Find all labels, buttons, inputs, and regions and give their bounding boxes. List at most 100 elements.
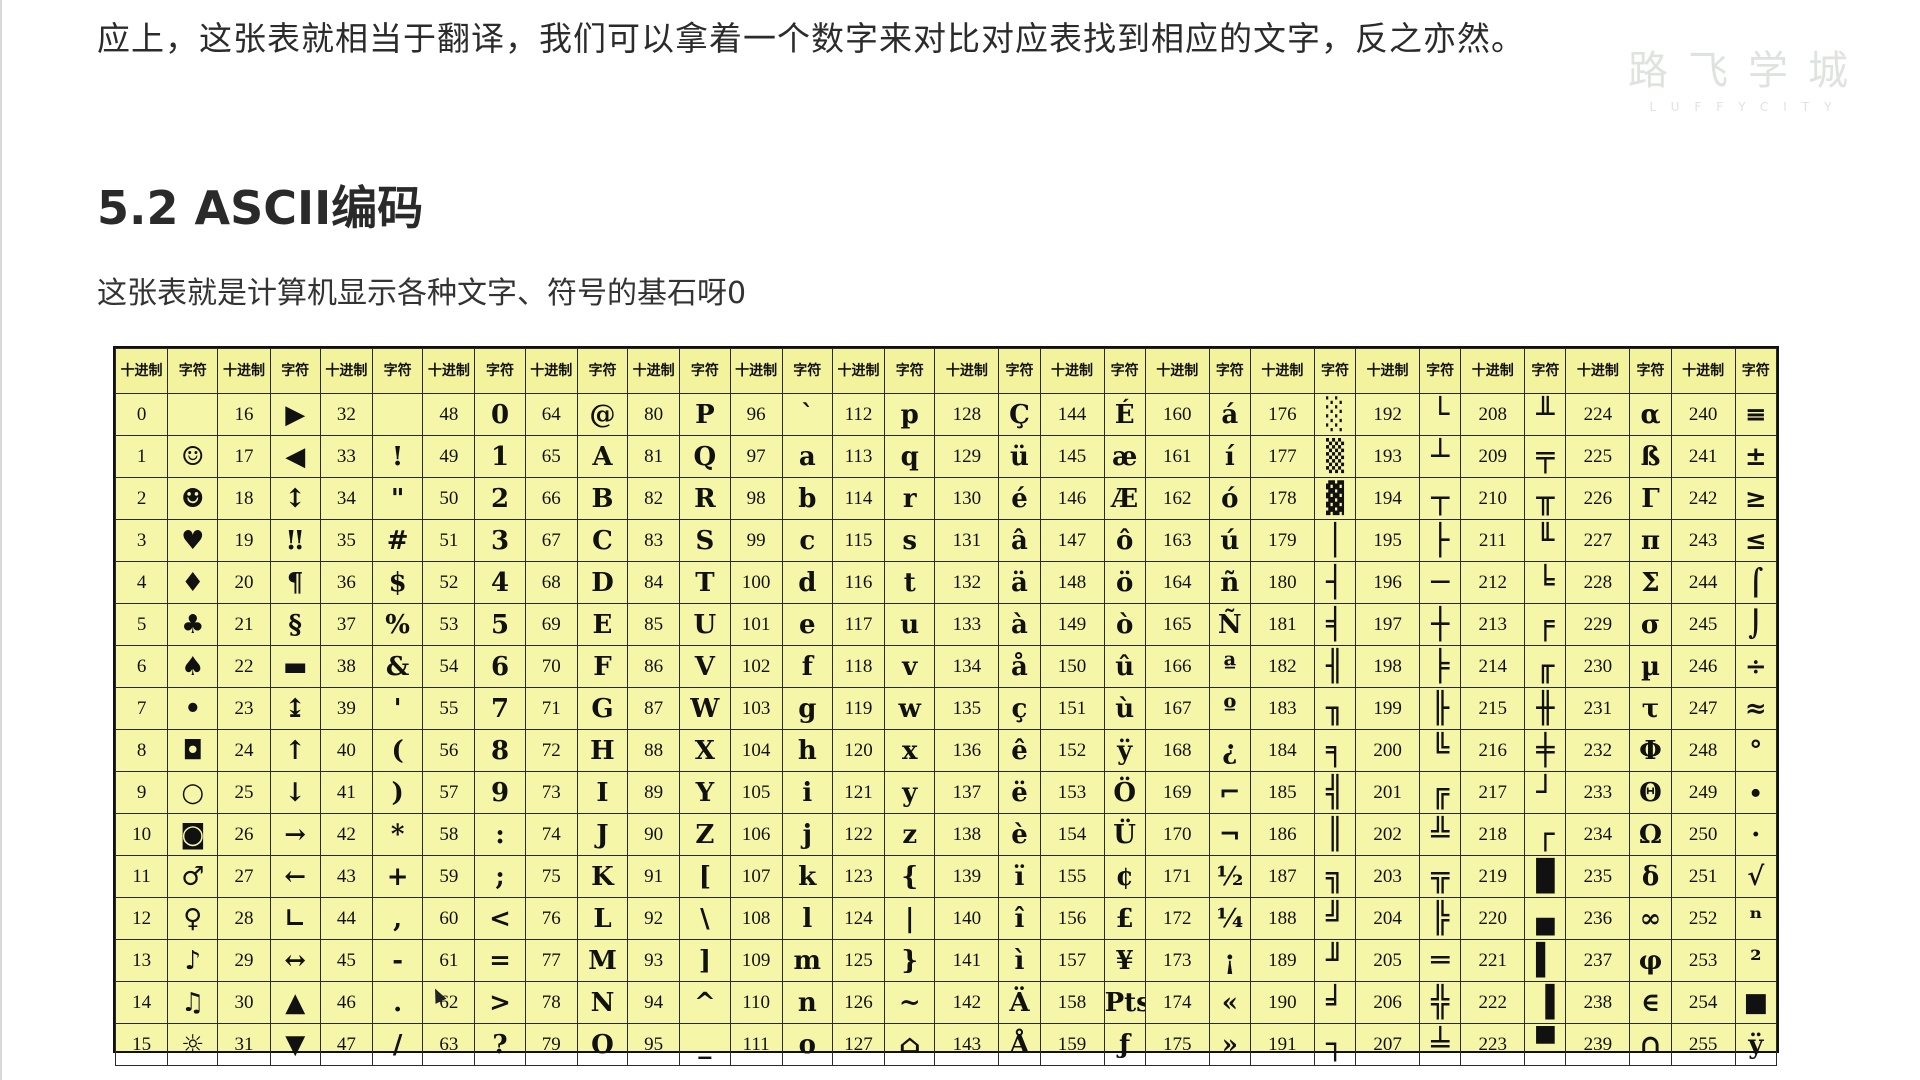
char-cell: @ — [576, 393, 629, 436]
decimal-cell: 108 — [729, 897, 783, 940]
decimal-cell: 110 — [729, 981, 783, 1024]
char-cell: V — [679, 645, 731, 688]
decimal-cell: 195 — [1355, 519, 1421, 562]
decimal-cell: 172 — [1144, 897, 1210, 940]
decimal-cell: 21 — [217, 603, 271, 646]
char-cell: ○ — [167, 771, 219, 814]
char-cell: , — [371, 897, 424, 940]
decimal-cell: 90 — [627, 813, 681, 856]
decimal-cell: 158 — [1039, 981, 1105, 1024]
decimal-cell: 118 — [831, 645, 886, 688]
watermark-title: 路飞学城 — [1628, 48, 1868, 94]
char-cell: µ — [1629, 645, 1672, 688]
char-cell: ÿ — [1734, 1023, 1778, 1066]
char-cell: ¥ — [1103, 939, 1146, 982]
decimal-cell: 31 — [217, 1023, 271, 1066]
char-cell: » — [1208, 1023, 1251, 1066]
decimal-cell: 251 — [1670, 855, 1736, 898]
header-decimal: 十进制 — [1039, 348, 1105, 394]
decimal-cell: 25 — [217, 771, 271, 814]
decimal-cell: 12 — [114, 897, 169, 940]
decimal-cell: 205 — [1355, 939, 1421, 982]
char-cell: M — [576, 939, 629, 982]
header-char: 字符 — [679, 348, 731, 394]
decimal-cell: 191 — [1249, 1023, 1315, 1066]
header-char: 字符 — [167, 348, 219, 394]
decimal-cell: 28 — [217, 897, 271, 940]
decimal-cell: 181 — [1249, 603, 1315, 646]
char-cell: ò — [1103, 603, 1146, 646]
decimal-cell: 44 — [319, 897, 373, 940]
decimal-cell: 204 — [1355, 897, 1421, 940]
char-cell: └ — [1419, 393, 1462, 436]
char-cell: h — [781, 729, 833, 772]
char-cell: ∩ — [1629, 1023, 1672, 1066]
decimal-cell: 252 — [1670, 897, 1736, 940]
char-cell: ╕ — [1313, 729, 1357, 772]
char-cell: ▀ — [1524, 1023, 1567, 1066]
char-cell: ╒ — [1524, 603, 1567, 646]
decimal-cell: 83 — [627, 519, 681, 562]
decimal-cell: 149 — [1039, 603, 1105, 646]
char-cell: Ñ — [1208, 603, 1251, 646]
char-cell: → — [269, 813, 321, 856]
header-decimal: 十进制 — [1460, 348, 1526, 394]
decimal-cell: 220 — [1460, 897, 1526, 940]
char-cell: ù — [1103, 687, 1146, 730]
decimal-cell: 206 — [1355, 981, 1421, 1024]
char-cell: ≡ — [1734, 393, 1778, 436]
char-cell: ^ — [679, 981, 731, 1024]
char-cell: ╧ — [1419, 1023, 1462, 1066]
decimal-cell: 10 — [114, 813, 169, 856]
char-cell: Θ — [1629, 771, 1672, 814]
decimal-cell: 203 — [1355, 855, 1421, 898]
char-cell: £ — [1103, 897, 1146, 940]
char-cell: U — [679, 603, 731, 646]
watermark-subtitle: LUFFYCITY — [1649, 100, 1847, 114]
char-cell: ; — [474, 855, 526, 898]
decimal-cell: 14 — [114, 981, 169, 1024]
decimal-cell: 4 — [114, 561, 169, 604]
char-cell: í — [1208, 435, 1251, 478]
decimal-cell: 233 — [1565, 771, 1631, 814]
decimal-cell: 207 — [1355, 1023, 1421, 1066]
char-cell: τ — [1629, 687, 1672, 730]
decimal-cell: 250 — [1670, 813, 1736, 856]
decimal-cell: 120 — [831, 729, 886, 772]
decimal-cell: 139 — [934, 855, 1000, 898]
header-decimal: 十进制 — [217, 348, 271, 394]
decimal-cell: 0 — [114, 393, 169, 436]
char-cell: 1 — [474, 435, 526, 478]
char-cell: ╢ — [1313, 645, 1357, 688]
header-decimal: 十进制 — [627, 348, 681, 394]
decimal-cell: 225 — [1565, 435, 1631, 478]
decimal-cell: 69 — [524, 603, 578, 646]
decimal-cell: 211 — [1460, 519, 1526, 562]
char-cell: 8 — [474, 729, 526, 772]
decimal-cell: 168 — [1144, 729, 1210, 772]
decimal-cell: 39 — [319, 687, 373, 730]
table-row: 12 ♀ 28 ∟ 44, 60 <76 L 92 \ 108 l 124 | 140 î 156 £172 ¼ 18… — [114, 897, 1778, 940]
decimal-cell: 34 — [319, 477, 373, 520]
char-cell: ╟ — [1419, 687, 1462, 730]
char-cell: ü — [998, 435, 1041, 478]
char-cell: φ — [1629, 939, 1672, 982]
decimal-cell: 51 — [422, 519, 476, 562]
decimal-cell: 123 — [831, 855, 886, 898]
char-cell: 2 — [474, 477, 526, 520]
char-cell — [371, 393, 424, 436]
decimal-cell: 242 — [1670, 477, 1736, 520]
char-cell: ä — [998, 561, 1041, 604]
char-cell: Ç — [998, 393, 1041, 436]
char-cell: ╫ — [1524, 687, 1567, 730]
char-cell: ⌠ — [1734, 561, 1778, 604]
decimal-cell: 238 — [1565, 981, 1631, 1024]
decimal-cell: 15 — [114, 1023, 169, 1066]
char-cell: T — [679, 561, 731, 604]
char-cell: ↔ — [269, 939, 321, 982]
header-char: 字符 — [576, 348, 629, 394]
char-cell: ó — [1208, 477, 1251, 520]
decimal-cell: 197 — [1355, 603, 1421, 646]
decimal-cell: 6 — [114, 645, 169, 688]
ascii-table-header-row: 十进制 字符 十进制 字符 十进制 字符 十进制 字符 十进制 字符 十进制 字符 十进制 字符 十进制 字符… — [114, 348, 1778, 394]
